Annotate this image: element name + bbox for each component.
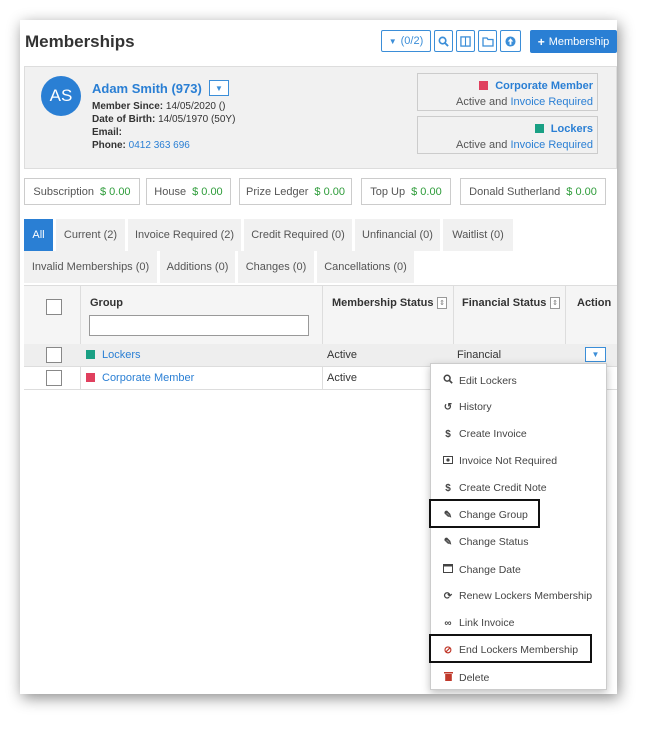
arrow-up-icon	[505, 35, 516, 47]
balance-subscription: Subscription $ 0.00	[24, 178, 140, 205]
refresh-icon: ⟳	[443, 590, 453, 602]
group-filter-input[interactable]	[89, 315, 309, 336]
columns-icon	[460, 35, 471, 47]
dollar-icon: $	[445, 482, 451, 494]
highlight-box	[429, 499, 540, 528]
trash-icon	[443, 671, 453, 684]
tab-changes[interactable]: Changes (0)	[238, 251, 314, 283]
link-icon: ∞	[444, 617, 452, 629]
tab-waitlist[interactable]: Waitlist (0)	[443, 219, 513, 251]
dollar-icon: $	[445, 428, 451, 440]
invoice-required-link[interactable]: Invoice Required	[510, 139, 593, 151]
plus-icon: +	[537, 34, 545, 49]
tab-cancellations[interactable]: Cancellations (0)	[317, 251, 414, 283]
tab-additions[interactable]: Additions (0)	[160, 251, 235, 283]
card-title: Corporate Member	[495, 80, 593, 92]
menu-item-delete[interactable]: Delete	[443, 671, 489, 684]
caret-down-icon: ▼	[388, 36, 397, 46]
invoice-required-link[interactable]: Invoice Required	[510, 96, 593, 108]
menu-item-edit[interactable]: Edit Lockers	[443, 374, 517, 387]
membership-status: Active	[327, 349, 357, 361]
member-since: Member Since: 14/05/2020 ()	[92, 101, 226, 112]
highlight-box	[429, 634, 592, 663]
folder-button[interactable]	[478, 30, 497, 52]
menu-item-invoice-not-required[interactable]: Invoice Not Required	[443, 455, 557, 467]
select-all-checkbox[interactable]	[46, 299, 62, 315]
membership-status: Active	[327, 372, 357, 384]
sort-icon[interactable]: ⇕	[437, 297, 447, 309]
money-icon	[443, 455, 453, 467]
balance-top-up: Top Up $ 0.00	[361, 178, 451, 205]
balance-prize-ledger: Prize Ledger $ 0.00	[239, 178, 352, 205]
phone-link[interactable]: 0412 363 696	[129, 140, 190, 151]
tab-current[interactable]: Current (2)	[56, 219, 125, 251]
row-action-menu: Edit Lockers ↺ History $ Create Invoice In…	[429, 363, 607, 690]
group-link[interactable]: Lockers	[102, 349, 141, 361]
page-title: Memberships	[25, 32, 135, 51]
tab-all[interactable]: All	[24, 219, 53, 251]
tab-invalid-memberships[interactable]: Invalid Memberships (0)	[24, 251, 157, 283]
color-swatch	[479, 81, 489, 90]
tab-credit-required[interactable]: Credit Required (0)	[244, 219, 352, 251]
add-membership-button[interactable]: + Membership	[530, 30, 617, 53]
caret-down-icon: ▼	[591, 350, 600, 359]
tab-unfinancial[interactable]: Unfinancial (0)	[355, 219, 440, 251]
columns-button[interactable]	[456, 30, 475, 52]
search-button[interactable]	[434, 30, 453, 52]
filter-dropdown-button[interactable]: ▼ (0/2)	[381, 30, 431, 52]
history-icon: ↺	[443, 401, 453, 413]
card-status: Active and	[456, 139, 508, 151]
search-icon	[438, 36, 449, 47]
member-dob: Date of Birth: 14/05/1970 (50Y)	[92, 114, 236, 125]
menu-item-renew[interactable]: ⟳ Renew Lockers Membership	[443, 590, 592, 602]
balance-donald-sutherland: Donald Sutherland $ 0.00	[460, 178, 606, 205]
search-icon	[443, 374, 453, 387]
membership-card-lockers[interactable]: Lockers Active and Invoice Required	[417, 116, 598, 154]
group-link[interactable]: Corporate Member	[102, 372, 194, 384]
memberships-window: Memberships ▼ (0/2) + Membership AS Adam…	[20, 20, 617, 694]
member-name-link[interactable]: Adam Smith (973)	[92, 81, 202, 96]
color-swatch	[86, 350, 95, 359]
color-swatch	[86, 373, 95, 382]
membership-card-corporate[interactable]: Corporate Member Active and Invoice Requ…	[417, 73, 598, 111]
financial-status: Financial	[457, 349, 502, 361]
menu-item-history[interactable]: ↺ History	[443, 401, 492, 413]
column-header-group[interactable]: Group	[90, 297, 123, 309]
menu-item-link-invoice[interactable]: ∞ Link Invoice	[443, 617, 514, 629]
tab-invoice-required[interactable]: Invoice Required (2)	[128, 219, 241, 251]
sort-icon[interactable]: ⇕	[550, 297, 560, 309]
column-header-financial-status[interactable]: Financial Status	[462, 297, 546, 309]
row-action-dropdown[interactable]: ▼	[585, 347, 606, 362]
menu-item-create-invoice[interactable]: $ Create Invoice	[443, 428, 526, 440]
balance-house: House $ 0.00	[146, 178, 231, 205]
member-actions-dropdown[interactable]: ▼	[209, 80, 229, 96]
menu-item-change-date[interactable]: Change Date	[443, 563, 521, 576]
column-header-action: Action	[577, 297, 612, 309]
pencil-icon: ✎	[443, 536, 453, 548]
folder-icon	[481, 36, 494, 47]
column-header-membership-status[interactable]: Membership Status	[332, 297, 433, 309]
upload-button[interactable]	[500, 30, 521, 52]
menu-item-change-status[interactable]: ✎ Change Status	[443, 536, 529, 548]
caret-down-icon: ▼	[215, 83, 223, 93]
add-membership-label: Membership	[548, 35, 610, 48]
row-checkbox[interactable]	[46, 370, 62, 386]
color-swatch	[534, 124, 544, 133]
row-checkbox[interactable]	[46, 347, 62, 363]
filter-count: (0/2)	[400, 35, 424, 47]
member-phone: Phone: 0412 363 696	[92, 140, 190, 151]
member-email: Email:	[92, 127, 123, 138]
avatar: AS	[41, 76, 81, 116]
card-status: Active and	[456, 96, 508, 108]
card-title: Lockers	[550, 123, 593, 135]
calendar-icon	[443, 563, 453, 576]
menu-item-create-credit-note[interactable]: $ Create Credit Note	[443, 482, 546, 494]
